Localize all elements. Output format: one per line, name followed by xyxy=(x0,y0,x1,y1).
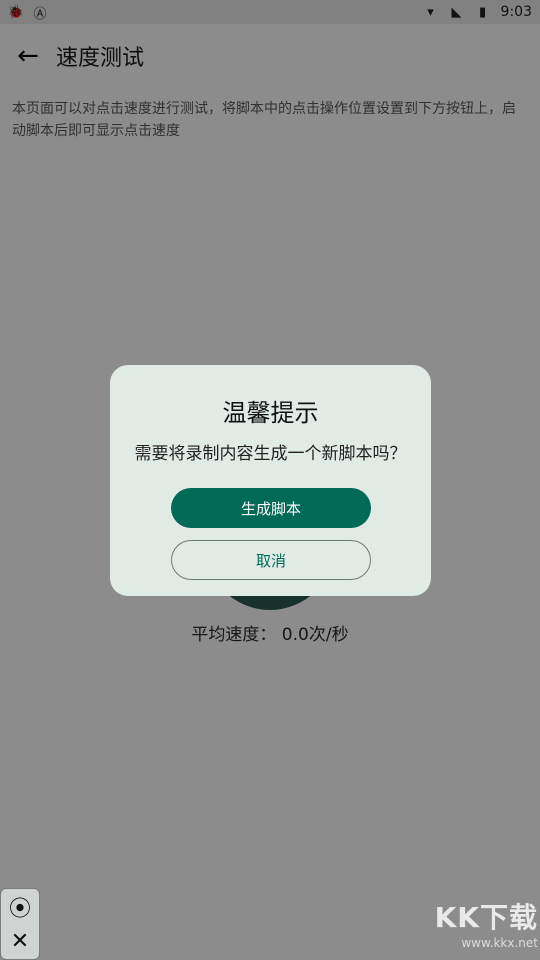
record-target-icon[interactable]: ⦿ xyxy=(7,894,33,922)
close-icon[interactable]: ✕ xyxy=(7,929,33,955)
cancel-button[interactable]: 取消 xyxy=(171,540,371,580)
watermark-brand: KK下载 xyxy=(434,901,538,934)
dialog-message: 需要将录制内容生成一个新脚本吗？ xyxy=(134,444,407,464)
floating-control-panel: ⦿ ✕ xyxy=(0,888,40,960)
reminder-dialog: 温馨提示 需要将录制内容生成一个新脚本吗？ 生成脚本 取消 xyxy=(110,365,431,596)
watermark-url: www.kkx.net xyxy=(461,936,538,950)
generate-script-button[interactable]: 生成脚本 xyxy=(171,488,371,528)
site-watermark: KK下载 www.kkx.net xyxy=(418,896,538,960)
dialog-title: 温馨提示 xyxy=(222,399,319,427)
